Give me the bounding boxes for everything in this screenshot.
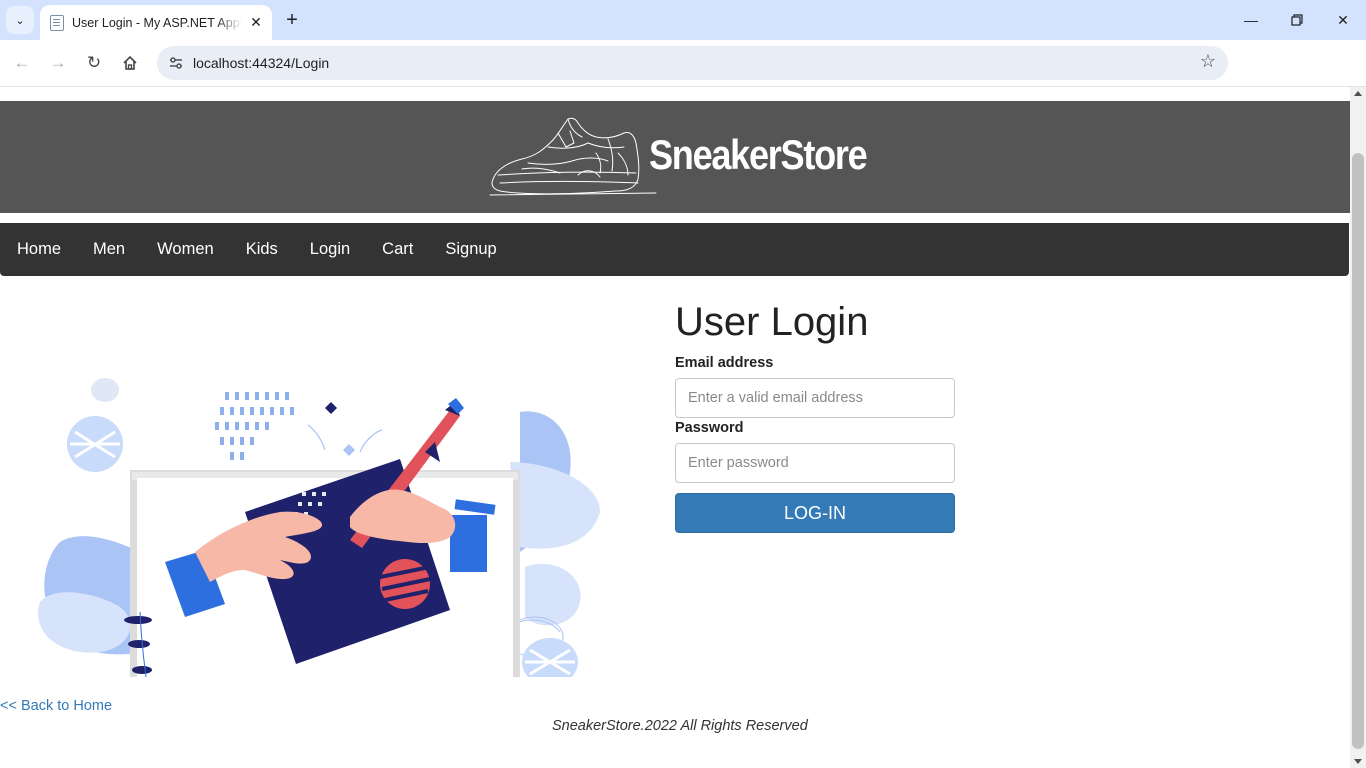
nav-men[interactable]: Men <box>77 223 141 276</box>
site-info-tune-icon[interactable] <box>163 50 189 76</box>
reload-icon[interactable]: ↻ <box>81 50 107 76</box>
home-icon[interactable] <box>117 50 143 76</box>
login-heading: User Login <box>675 300 869 344</box>
nav-signup[interactable]: Signup <box>429 223 512 276</box>
back-to-home-link[interactable]: << Back to Home <box>0 698 112 714</box>
tab-strip: ⌄ User Login - My ASP.NET Application ✕ … <box>0 0 1366 40</box>
footer-copyright: SneakerStore.2022 All Rights Reserved <box>552 718 808 734</box>
tab-search-chevron-icon[interactable]: ⌄ <box>6 6 34 34</box>
email-field[interactable] <box>675 378 955 418</box>
back-arrow-icon[interactable]: ← <box>9 50 35 76</box>
nav-women[interactable]: Women <box>141 223 230 276</box>
browser-tab-active[interactable]: User Login - My ASP.NET Application ✕ <box>40 5 272 40</box>
address-bar[interactable]: localhost:44324/Login ☆ <box>157 46 1228 80</box>
browser-toolbar: ← → ↻ localhost:44324/Login ☆ ⋮ <box>0 40 1366 114</box>
nav-kids[interactable]: Kids <box>230 223 294 276</box>
nav-home[interactable]: Home <box>1 223 77 276</box>
header-banner: SneakerStore <box>0 101 1350 213</box>
scroll-up-arrow-icon[interactable] <box>1354 91 1362 96</box>
document-favicon-icon <box>50 14 64 31</box>
new-tab-plus-icon[interactable]: + <box>280 8 304 32</box>
minimize-icon[interactable]: — <box>1228 4 1274 36</box>
login-illustration <box>38 370 600 677</box>
password-label: Password <box>675 420 744 436</box>
nav-login[interactable]: Login <box>294 223 366 276</box>
brand-name[interactable]: SneakerStore <box>649 131 868 179</box>
scrollbar-thumb[interactable] <box>1352 153 1364 749</box>
scroll-down-arrow-icon[interactable] <box>1354 759 1362 764</box>
email-label: Email address <box>675 355 774 371</box>
close-tab-icon[interactable]: ✕ <box>248 14 264 31</box>
page-viewport: SneakerStore Home Men Women Kids Login C… <box>0 87 1350 768</box>
bookmark-star-icon[interactable]: ☆ <box>1200 51 1216 72</box>
url-text: localhost:44324/Login <box>193 55 330 71</box>
page-scrollbar[interactable] <box>1350 87 1366 768</box>
close-window-icon[interactable]: ✕ <box>1320 4 1366 36</box>
forward-arrow-icon[interactable]: → <box>45 50 71 76</box>
login-button[interactable]: LOG-IN <box>675 493 955 533</box>
password-field[interactable] <box>675 443 955 483</box>
main-navbar: Home Men Women Kids Login Cart Signup <box>0 223 1349 276</box>
restore-icon[interactable] <box>1274 4 1320 36</box>
tab-title: User Login - My ASP.NET Application <box>72 15 242 30</box>
sneaker-logo-icon <box>489 117 657 196</box>
nav-cart[interactable]: Cart <box>366 223 429 276</box>
